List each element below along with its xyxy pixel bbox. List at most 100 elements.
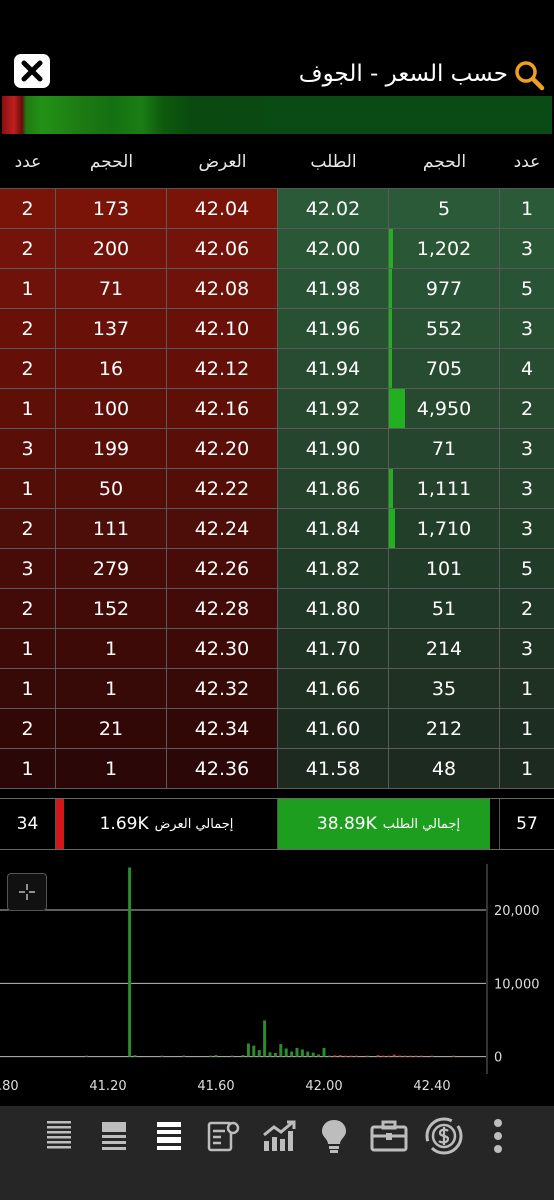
ask-price-text: 42.12: [194, 357, 250, 380]
book-row[interactable]: 2 111 42.24 41.84 1,710 3: [0, 509, 554, 549]
bid-count-text: 3: [520, 477, 534, 500]
ask-volume-text: 71: [98, 277, 124, 300]
nav-chart-growth-button[interactable]: [259, 1116, 299, 1156]
book-row[interactable]: 2 173 42.04 42.02 5 1: [0, 189, 554, 229]
bid-volume-cell: 4,950: [389, 389, 500, 428]
depth-bar: [414, 1055, 418, 1057]
depth-bar: [381, 1055, 385, 1057]
ask-count-cell: 3: [0, 429, 56, 468]
search-button[interactable]: [512, 58, 546, 92]
nav-currency-button[interactable]: [424, 1116, 464, 1156]
ask-price-cell: 42.20: [167, 429, 278, 468]
book-row[interactable]: 1 1 42.36 41.58 48 1: [0, 749, 554, 789]
bid-price-text: 41.92: [305, 397, 361, 420]
book-row[interactable]: 3 279 42.26 41.82 101 5: [0, 549, 554, 589]
bid-price-text: 41.70: [305, 637, 361, 660]
book-row[interactable]: 1 100 42.16 41.92 4,950 2: [0, 389, 554, 429]
depth-bar: [128, 867, 132, 1057]
ask-volume-text: 21: [98, 717, 124, 740]
bid-volume-cell: 705: [389, 349, 500, 388]
bid-count-text: 3: [520, 517, 534, 540]
list-icon: [47, 1121, 72, 1149]
book-row[interactable]: 2 16 42.12 41.94 705 4: [0, 349, 554, 389]
nav-more-button[interactable]: [478, 1116, 518, 1156]
ask-volume-text: 199: [92, 437, 130, 460]
depth-bar: [241, 1055, 245, 1057]
nav-portfolio-button[interactable]: [369, 1116, 409, 1156]
bid-count-text: 4: [520, 357, 534, 380]
ask-volume-cell: 16: [56, 349, 167, 388]
ask-count-text: 2: [21, 517, 34, 540]
depth-chart[interactable]: 20,000 10,000 0 40.80 41.20 41.60 42.00 42.40: [0, 856, 554, 1104]
book-row[interactable]: 1 1 42.32 41.66 35 1: [0, 669, 554, 709]
bid-count-cell: 4: [500, 349, 554, 388]
ask-price-cell: 42.34: [167, 709, 278, 748]
depth-bar: [290, 1051, 294, 1057]
bid-count-cell: 3: [500, 429, 554, 468]
order-book-table[interactable]: 2 173 42.04 42.02 5 1 2 200 42.06 42.00 1,202 3 1 71 4…: [0, 188, 554, 792]
page-title: حسب السعر - الجوف: [298, 61, 508, 87]
book-row[interactable]: 3 199 42.20 41.90 71 3: [0, 429, 554, 469]
book-row[interactable]: 2 200 42.06 42.00 1,202 3: [0, 229, 554, 269]
bid-count-cell: 3: [500, 629, 554, 668]
ask-count-text: 2: [21, 357, 34, 380]
bid-count-text: 3: [520, 637, 534, 660]
bid-volume-cell: 552: [389, 309, 500, 348]
ask-volume-text: 1: [104, 757, 118, 780]
bid-price-text: 42.02: [305, 197, 361, 220]
nav-depth-by-price-button[interactable]: [149, 1116, 189, 1156]
bid-volume-cell: 214: [389, 629, 500, 668]
header-bar: حسب السعر - الجوف: [0, 50, 554, 96]
ask-volume-cell: 1: [56, 669, 167, 708]
x-tick-label: 41.20: [89, 1079, 126, 1094]
depth-bar: [354, 1055, 358, 1057]
bid-total-value: 38.89K: [316, 814, 377, 834]
bid-price-cell: 41.94: [278, 349, 389, 388]
crosshair-button[interactable]: [7, 873, 47, 911]
nav-settings-grid-button[interactable]: [204, 1116, 244, 1156]
bid-volume-cell: 48: [389, 749, 500, 788]
bid-volume-cell: 1,202: [389, 229, 500, 268]
x-tick-label: 42.00: [305, 1079, 342, 1094]
ask-count-text: 2: [21, 317, 34, 340]
ask-price-text: 42.28: [194, 597, 250, 620]
book-row[interactable]: 2 152 42.28 41.80 51 2: [0, 589, 554, 629]
ask-volume-cell: 279: [56, 549, 167, 588]
ask-price-text: 42.22: [194, 477, 250, 500]
bid-volume-text: 977: [425, 277, 463, 300]
ask-orders-total: 34: [0, 799, 56, 849]
book-row[interactable]: 2 137 42.10 41.96 552 3: [0, 309, 554, 349]
bid-volume-text: 35: [431, 677, 457, 700]
nav-orderbook-button[interactable]: [94, 1116, 134, 1156]
depth-bar: [268, 1052, 272, 1057]
nav-list-button[interactable]: [39, 1116, 79, 1156]
ask-price-cell: 42.28: [167, 589, 278, 628]
ask-count-text: 1: [21, 757, 34, 780]
bid-price-cell: 41.98: [278, 269, 389, 308]
ask-volume-cell: 200: [56, 229, 167, 268]
book-row[interactable]: 1 50 42.22 41.86 1,111 3: [0, 469, 554, 509]
close-button[interactable]: [14, 54, 50, 88]
book-row[interactable]: 2 21 42.34 41.60 212 1: [0, 709, 554, 749]
book-row[interactable]: 1 1 42.30 41.70 214 3: [0, 629, 554, 669]
ask-price-text: 42.06: [194, 237, 250, 260]
bid-volume-cell: 101: [389, 549, 500, 588]
y-tick-label: 0: [494, 1051, 502, 1066]
bid-price-cell: 42.02: [278, 189, 389, 228]
ask-count-cell: 1: [0, 749, 56, 788]
ask-price-cell: 42.12: [167, 349, 278, 388]
ask-price-cell: 42.10: [167, 309, 278, 348]
nav-ideas-button[interactable]: [314, 1116, 354, 1156]
book-row[interactable]: 1 71 42.08 41.98 977 5: [0, 269, 554, 309]
bid-price-cell: 41.80: [278, 589, 389, 628]
ask-price-text: 42.16: [194, 397, 250, 420]
depth-bar: [311, 1052, 315, 1057]
bid-count-cell: 2: [500, 589, 554, 628]
ask-volume-text: 1: [104, 637, 118, 660]
bid-count-text: 1: [520, 197, 534, 220]
bid-volume-text: 1,202: [416, 237, 472, 260]
bid-price-cell: 41.96: [278, 309, 389, 348]
bid-volume-text: 71: [431, 437, 457, 460]
bid-count-text: 2: [520, 597, 534, 620]
depth-bar: [317, 1054, 321, 1057]
